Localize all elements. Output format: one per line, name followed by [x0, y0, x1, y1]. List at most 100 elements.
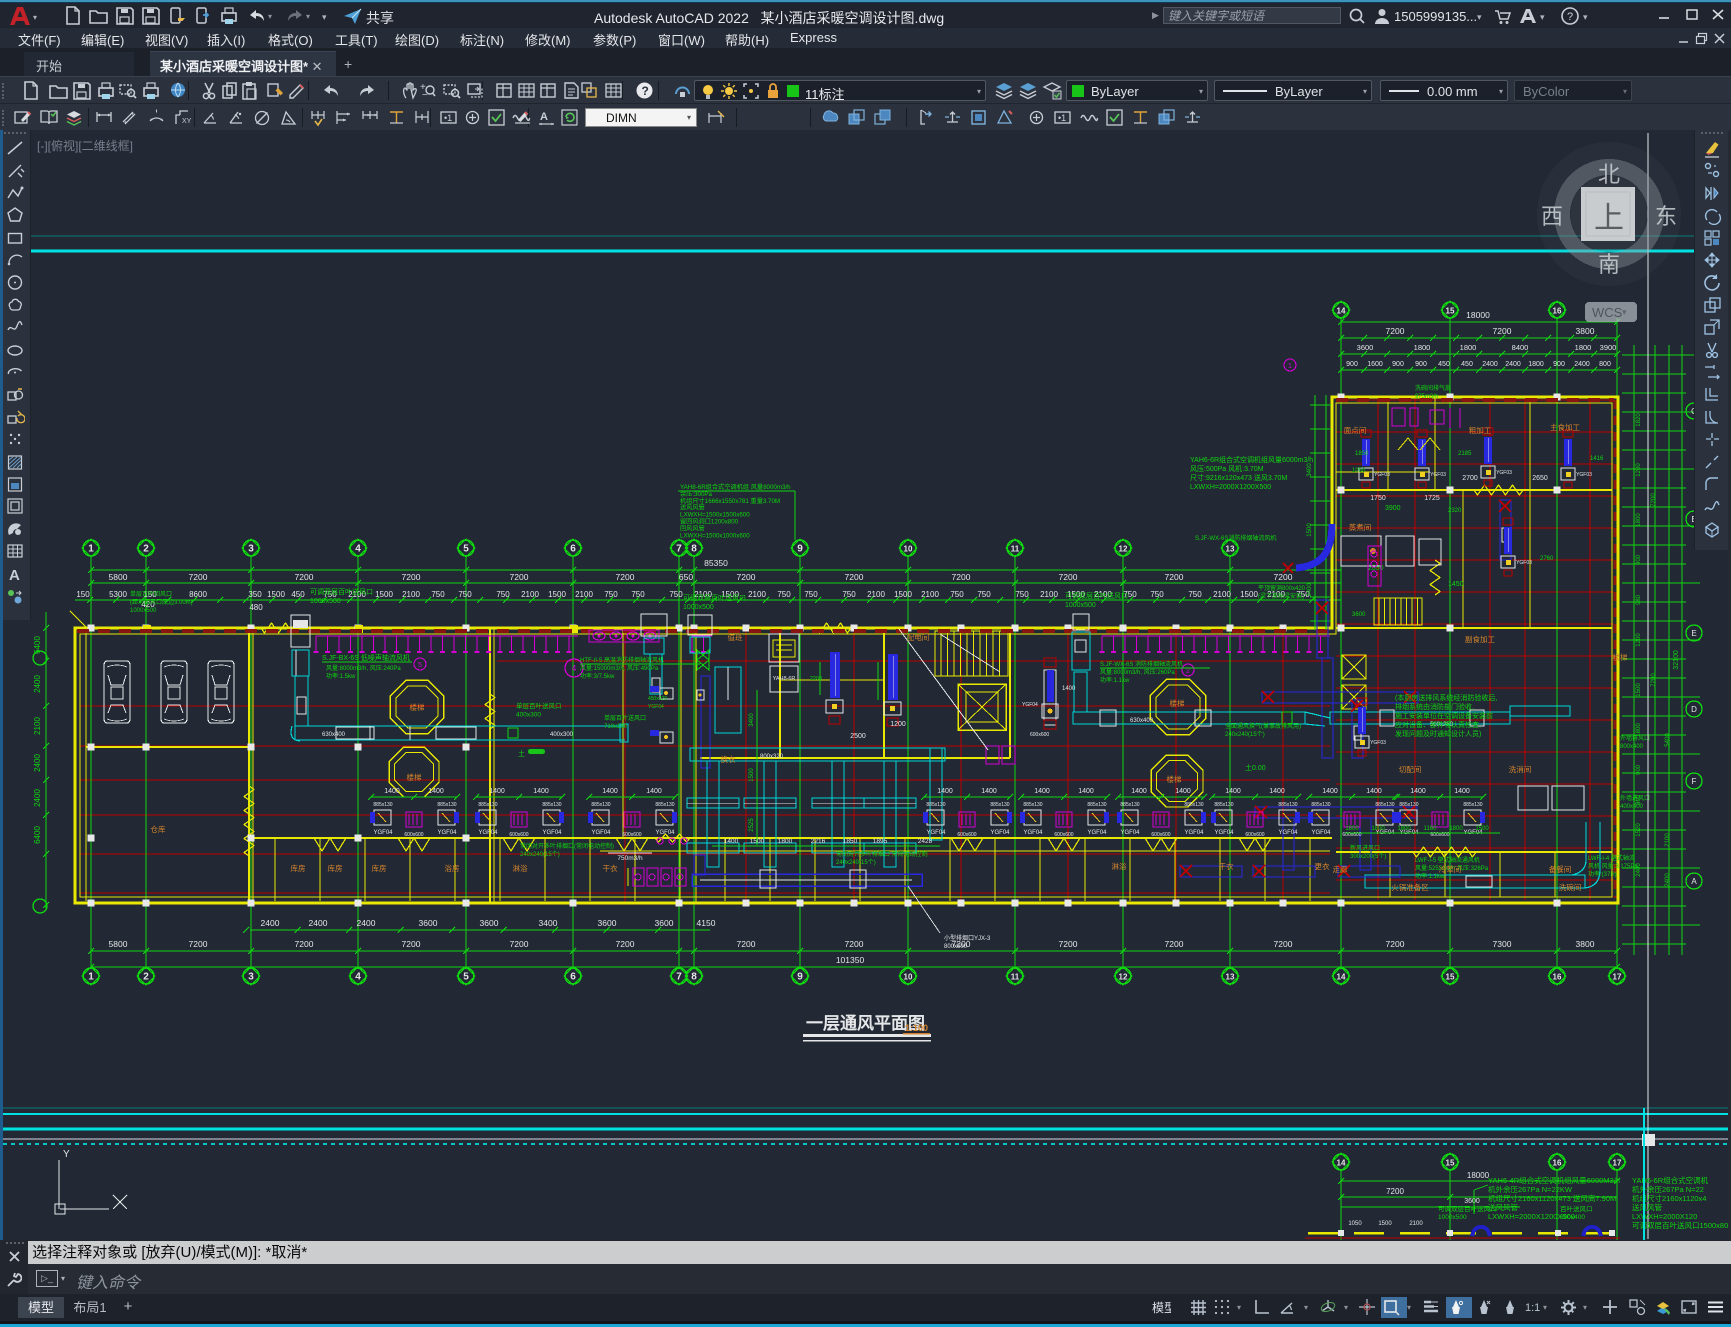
svg-text:17: 17 — [1613, 1159, 1622, 1168]
svg-text:1000x500: 1000x500 — [1438, 1214, 1467, 1221]
svg-text:火锅准备区: 火锅准备区 — [1391, 882, 1429, 892]
svg-text:7200: 7200 — [402, 939, 421, 949]
svg-text:7200: 7200 — [737, 572, 756, 582]
svg-text:A: A — [9, 567, 20, 584]
svg-text:东: 东 — [1655, 204, 1677, 229]
svg-text:14: 14 — [1337, 1159, 1346, 1168]
svg-text:新风进风口: 新风进风口 — [1350, 844, 1380, 852]
svg-text:2650: 2650 — [1532, 475, 1548, 482]
svg-text:6: 6 — [570, 544, 576, 555]
svg-text:1400: 1400 — [937, 788, 953, 795]
svg-text:2320: 2320 — [1448, 508, 1462, 514]
svg-text:32100: 32100 — [1673, 650, 1680, 670]
svg-text:2400: 2400 — [261, 918, 280, 928]
svg-text:1400: 1400 — [646, 788, 662, 795]
svg-text:1400: 1400 — [1175, 788, 1191, 795]
svg-text:885x130: 885x130 — [373, 802, 392, 808]
svg-text:885x130: 885x130 — [437, 802, 456, 808]
svg-text:施工安装单位在空调设备安装前: 施工安装单位在空调设备安装前 — [1395, 711, 1493, 720]
svg-text:900: 900 — [1636, 764, 1642, 775]
svg-text:800x500: 800x500 — [944, 944, 968, 950]
svg-text:风量:8000m3/h, 风压:260Pa: 风量:8000m3/h, 风压:260Pa — [1100, 669, 1175, 676]
svg-text:240x240(15个): 240x240(15个) — [836, 859, 876, 866]
svg-text:2400: 2400 — [33, 675, 42, 693]
svg-text:900: 900 — [1415, 361, 1427, 368]
svg-text:7200: 7200 — [1651, 673, 1657, 687]
svg-text:885x130: 885x130 — [591, 802, 610, 808]
svg-text:7200: 7200 — [402, 572, 421, 582]
svg-text:YGF04: YGF04 — [990, 830, 1010, 836]
svg-text:9: 9 — [797, 544, 803, 555]
svg-text:2100: 2100 — [575, 590, 593, 599]
svg-text:2400: 2400 — [1505, 361, 1521, 368]
svg-text:留回风洞口1200x800: 留回风洞口1200x800 — [680, 518, 739, 526]
svg-text:885x130: 885x130 — [1375, 802, 1394, 808]
svg-text:450x420: 450x420 — [648, 696, 667, 702]
svg-text:1450: 1450 — [1448, 581, 1464, 588]
svg-text:2100: 2100 — [521, 590, 539, 599]
svg-text:980: 980 — [1636, 594, 1642, 605]
svg-text:1800: 1800 — [1528, 361, 1544, 368]
svg-text:3600: 3600 — [419, 918, 438, 928]
svg-text:YGF04: YGF04 — [1120, 830, 1140, 836]
svg-text:1800: 1800 — [1397, 826, 1411, 832]
svg-text:750: 750 — [1188, 590, 1202, 599]
svg-text:2400: 2400 — [357, 918, 376, 928]
svg-text:YAH8-6R组合式空调机组 风量8000m3/h: YAH8-6R组合式空调机组 风量8000m3/h — [680, 483, 791, 491]
svg-text:?: ? — [642, 84, 649, 98]
svg-text:1400: 1400 — [1410, 788, 1426, 795]
svg-text:7200: 7200 — [845, 939, 864, 949]
svg-text:1400: 1400 — [533, 788, 549, 795]
svg-text:LWF-I-4 壁式轴流: LWF-I-4 壁式轴流 — [1588, 854, 1635, 862]
svg-text:7200: 7200 — [1274, 572, 1293, 582]
svg-text:3400: 3400 — [749, 713, 755, 727]
svg-text:YGF04: YGF04 — [648, 704, 664, 710]
svg-text:7200: 7200 — [510, 939, 529, 949]
svg-text:750: 750 — [1150, 590, 1164, 599]
svg-text:值班: 值班 — [728, 632, 743, 642]
svg-text:750: 750 — [804, 590, 818, 599]
svg-text:1500: 1500 — [548, 590, 566, 599]
svg-text:主食加工: 主食加工 — [1550, 422, 1580, 432]
svg-text:F: F — [1692, 777, 1697, 786]
svg-text:YGF03: YGF03 — [1370, 740, 1386, 746]
svg-text:楼梯: 楼梯 — [410, 702, 425, 712]
svg-text:回风风管: 回风风管 — [680, 524, 705, 532]
svg-text:9: 9 — [797, 972, 803, 983]
svg-text:885x130: 885x130 — [990, 802, 1009, 808]
svg-text:功率:1.5kw: 功率:1.5kw — [326, 672, 356, 680]
svg-text:副食加工: 副食加工 — [1465, 634, 1495, 644]
svg-text:750: 750 — [1015, 590, 1029, 599]
svg-text:3800: 3800 — [1576, 939, 1595, 949]
svg-text:8600: 8600 — [189, 590, 207, 599]
svg-text:885x130: 885x130 — [478, 802, 497, 808]
svg-text:450: 450 — [1438, 361, 1450, 368]
svg-text:885x130: 885x130 — [1087, 802, 1106, 808]
svg-text:2700: 2700 — [1462, 475, 1478, 482]
svg-text:YAH6-6R组合式空调机组风量6000m3/h: YAH6-6R组合式空调机组风量6000m3/h — [1190, 455, 1313, 464]
svg-text:1800: 1800 — [1636, 513, 1642, 527]
svg-text:12: 12 — [1119, 545, 1128, 554]
svg-text:8: 8 — [691, 544, 697, 555]
svg-text:楼梯: 楼梯 — [1613, 652, 1629, 662]
svg-text:备餐间: 备餐间 — [1549, 864, 1572, 874]
svg-text:750: 750 — [777, 590, 791, 599]
svg-text:YGF04: YGF04 — [1214, 830, 1234, 836]
svg-text:干衣: 干衣 — [603, 863, 618, 873]
svg-text:外墙排风口: 外墙排风口 — [1620, 734, 1650, 742]
svg-text:1400: 1400 — [428, 788, 444, 795]
svg-text:400x300: 400x300 — [550, 732, 574, 738]
svg-text:7200: 7200 — [1059, 939, 1078, 949]
svg-text:HTF-II-5 高温消防排烟轴流风机: HTF-II-5 高温消防排烟轴流风机 — [580, 656, 664, 664]
svg-text:1050: 1050 — [1352, 468, 1366, 474]
svg-text:1800: 1800 — [1575, 343, 1592, 352]
svg-text:885x130: 885x130 — [926, 802, 945, 808]
svg-text:2400: 2400 — [33, 789, 42, 807]
svg-text:[-][俯视][二维线框]: [-][俯视][二维线框] — [37, 138, 133, 153]
svg-text:平顶留洞800x420: 平顶留洞800x420 — [1258, 584, 1306, 592]
svg-text:A: A — [540, 111, 548, 123]
svg-text:YGF03: YGF03 — [1374, 472, 1390, 478]
svg-text:3800: 3800 — [1576, 326, 1595, 336]
svg-text:1500: 1500 — [1307, 523, 1313, 537]
svg-text:YGF04: YGF04 — [437, 830, 457, 836]
